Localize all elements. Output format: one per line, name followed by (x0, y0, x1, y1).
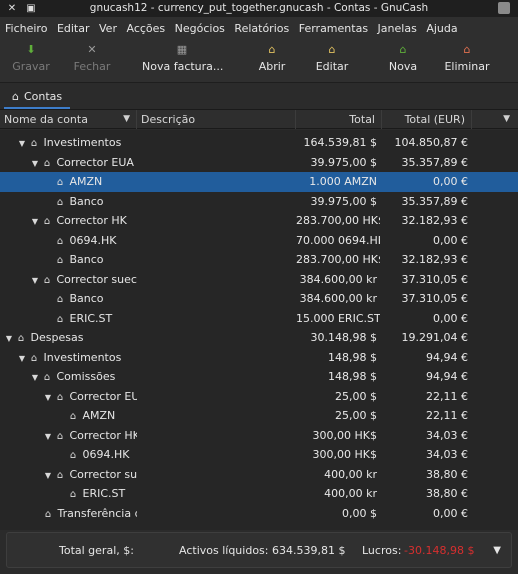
column-chooser-icon: ▼ (503, 114, 510, 124)
collapse-icon[interactable]: ▼ (16, 134, 28, 153)
collapse-icon[interactable]: ▼ (29, 212, 41, 231)
tree-row[interactable]: ▼ ⌂ Investimentos 164.539,81 $ 104.850,87… (0, 133, 518, 153)
account-icon: ⌂ (30, 138, 38, 149)
menu-ajuda[interactable]: Ajuda (426, 22, 457, 35)
menu-accoes[interactable]: Acções (126, 22, 165, 35)
invoice-icon: ▦ (176, 43, 188, 56)
account-icon: ⌂ (30, 352, 38, 364)
account-icon: ⌂ (56, 430, 64, 442)
save-icon: ⬇ (26, 43, 36, 56)
collapse-icon[interactable]: ▼ (29, 368, 41, 387)
column-total[interactable]: Total (296, 110, 382, 129)
tree-row[interactable]: ⌂ Banco 39.975,00 $ 35.357,89 € (0, 192, 518, 212)
collapse-icon[interactable]: ▼ (42, 427, 54, 446)
tree-row[interactable]: ▼ ⌂ Corrector HK 283.700,00 HK$ 32.182,93… (0, 211, 518, 231)
delete-account-button[interactable]: ⌂ Eliminar (441, 42, 493, 80)
tree-row[interactable]: ▼ ⌂ Corrector sue 400,00 kr 38,80 € (0, 465, 518, 485)
account-icon: ⌂ (56, 196, 64, 208)
gnucash-app-icon (498, 2, 510, 14)
new-invoice-button[interactable]: ▦ Nova factura... (142, 42, 223, 80)
tree-row[interactable]: ⌂ 0694.HK 300,00 HK$ 34,03 € (0, 445, 518, 465)
edit-button[interactable]: ⌂ Editar (311, 42, 353, 80)
menu-bar: Ficheiro Editar Ver Acções Negócios Rela… (0, 17, 518, 39)
account-icon: ⌂ (56, 177, 64, 188)
save-button[interactable]: ⬇ Gravar (11, 42, 51, 80)
account-tree[interactable]: ▼ ⌂ Investimentos 164.539,81 $ 104.850,87… (0, 130, 518, 530)
column-chooser[interactable]: ▼ (472, 110, 518, 129)
account-icon: ⌂ (43, 216, 51, 227)
grand-total-label: Total geral, $: (59, 544, 134, 557)
account-icon: ⌂ (17, 333, 25, 344)
account-icon: ⌂ (69, 489, 77, 500)
toolbar: ⬇ Gravar ✕ Fechar ▦ Nova factura... ⌂ Ab… (0, 39, 518, 83)
window-title: gnucash12 - currency_put_together.gnucas… (89, 2, 429, 14)
menu-ver[interactable]: Ver (99, 22, 117, 35)
account-icon: ⌂ (56, 294, 64, 305)
tree-row[interactable]: ⌂ Banco 384.600,00 kr 37.310,05 € (0, 289, 518, 309)
tree-row[interactable]: ▼ ⌂ Corrector HK 300,00 HK$ 34,03 € (0, 426, 518, 446)
close-icon: ✕ (87, 43, 97, 56)
sort-down-icon: ▼ (123, 114, 130, 124)
menu-ferramentas[interactable]: Ferramentas (299, 22, 368, 35)
tree-row[interactable]: ⌂ ERIC.ST 15.000 ERIC.ST 0,00 € (0, 309, 518, 329)
column-total-eur[interactable]: Total (EUR) (382, 110, 472, 129)
collapse-icon[interactable]: ▼ (3, 329, 15, 348)
edit-account-icon: ⌂ (328, 43, 336, 56)
summary-bar: Total geral, $: Activos líquidos: 634.53… (6, 532, 512, 568)
delete-account-icon: ⌂ (463, 43, 471, 56)
menu-negocios[interactable]: Negócios (175, 22, 225, 35)
profit-label: Lucros: (362, 544, 402, 557)
tree-row[interactable]: ⌂ AMZN 25,00 $ 22,11 € (0, 406, 518, 426)
collapse-icon[interactable]: ▼ (42, 388, 54, 407)
tree-row[interactable]: ⌂ Transferência de 0,00 $ 0,00 € (0, 504, 518, 524)
account-icon: ⌂ (56, 469, 64, 481)
close-button[interactable]: ✕ Fechar (70, 42, 114, 80)
collapse-icon[interactable]: ▼ (29, 271, 41, 290)
open-button[interactable]: ⌂ Abrir (252, 42, 292, 80)
tab-contas[interactable]: ⌂ Contas (4, 86, 71, 109)
collapse-icon[interactable]: ▼ (16, 349, 28, 368)
tree-row[interactable]: ▼ ⌂ Investimentos 148,98 $ 94,94 € (0, 348, 518, 368)
account-icon: ⌂ (56, 313, 64, 325)
account-icon: ⌂ (43, 274, 51, 286)
new-account-button[interactable]: ⌂ Nova (383, 42, 423, 80)
account-icon: ⌂ (56, 235, 64, 247)
collapse-icon[interactable]: ▼ (29, 154, 41, 173)
accounts-icon: ⌂ (12, 90, 19, 103)
column-header: Nome da conta ▼ Descrição Total Total (E… (0, 110, 518, 129)
column-name[interactable]: Nome da conta ▼ (0, 110, 137, 129)
menu-janelas[interactable]: Janelas (378, 22, 417, 35)
tree-row-selected[interactable]: ⌂ AMZN 1.000 AMZN 0,00 € (0, 172, 518, 192)
account-icon: ⌂ (69, 411, 77, 422)
tree-row[interactable]: ▼ ⌂ Despesas 30.148,98 $ 19.291,04 € (0, 328, 518, 348)
tree-row[interactable]: ▼ ⌂ Corrector EUA 39.975,00 $ 35.357,89 € (0, 153, 518, 173)
account-icon: ⌂ (43, 372, 51, 383)
new-account-icon: ⌂ (399, 43, 407, 56)
account-icon: ⌂ (69, 450, 77, 461)
tree-row[interactable]: ▼⌂ Corrector EUA 25,00 $ 22,11 € (0, 387, 518, 407)
tree-row[interactable]: ⌂ Banco 283.700,00 HK$ 32.182,93 € (0, 250, 518, 270)
profit-value: -30.148,98 $ (404, 544, 475, 557)
menu-editar[interactable]: Editar (57, 22, 90, 35)
column-description[interactable]: Descrição (137, 110, 296, 129)
account-icon: ⌂ (43, 157, 51, 169)
summary-dropdown-icon[interactable]: ▼ (493, 545, 501, 556)
menu-relatorios[interactable]: Relatórios (234, 22, 289, 35)
menu-ficheiro[interactable]: Ficheiro (5, 22, 47, 35)
account-icon: ⌂ (56, 255, 64, 266)
tree-row[interactable]: ⌂ 0694.HK 70.000 0694.HK 0,00 € (0, 231, 518, 251)
account-icon: ⌂ (56, 391, 64, 403)
open-account-icon: ⌂ (268, 43, 276, 56)
tree-row[interactable]: ▼ ⌂ Corrector sueco 384.600,00 kr 37.310,… (0, 270, 518, 290)
collapse-icon[interactable]: ▼ (42, 466, 54, 485)
tree-row[interactable]: ⌂ ERIC.ST 400,00 kr 38,80 € (0, 484, 518, 504)
tree-row[interactable]: ▼ ⌂ Comissões 148,98 $ 94,94 € (0, 367, 518, 387)
title-bar: ✕ ▣ gnucash12 - currency_put_together.gn… (0, 0, 518, 17)
account-icon: ⌂ (44, 508, 52, 520)
tab-strip: ⌂ Contas (0, 84, 518, 110)
net-assets: Activos líquidos: 634.539,81 $ (179, 544, 346, 557)
